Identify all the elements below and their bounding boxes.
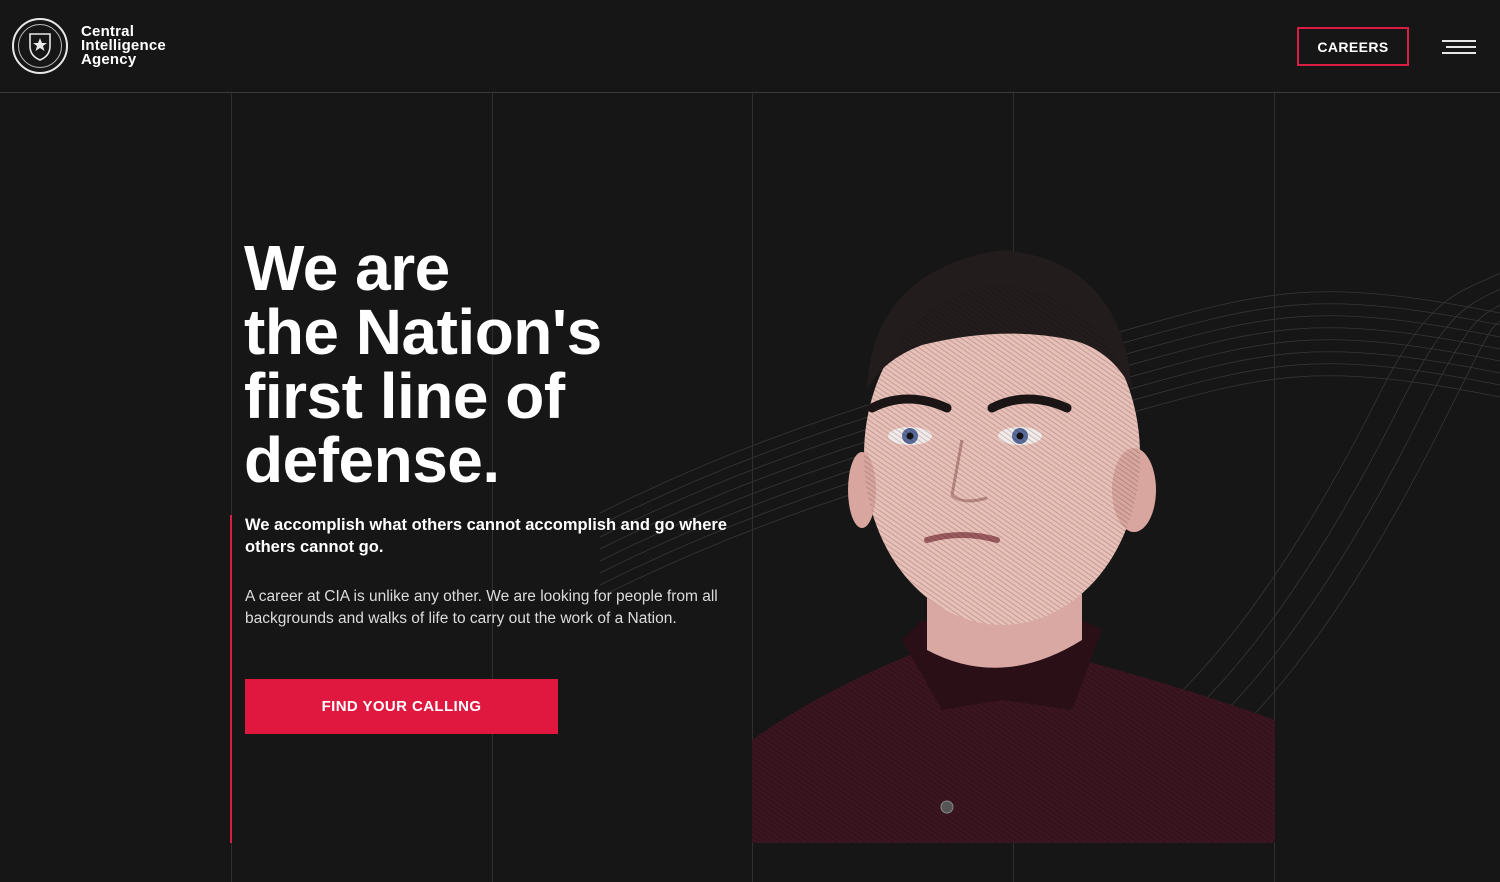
- brand-line-3: Agency: [81, 51, 137, 68]
- hamburger-menu-icon[interactable]: [1440, 38, 1476, 56]
- hero-subhead: We accomplish what others cannot accompl…: [245, 516, 727, 556]
- hero-body-text: A career at CIA is unlike any other. We …: [245, 588, 718, 627]
- hero-portrait-image: [752, 250, 1275, 843]
- cia-seal-icon: [12, 18, 68, 74]
- site-header: Central Intelligence Agency CAREERS: [0, 0, 1500, 93]
- hero-headline: We are the Nation's first line of defens…: [244, 236, 764, 492]
- headline-line-4: defense.: [244, 424, 500, 496]
- headline-line-1: We are: [244, 232, 450, 304]
- home-logo-link[interactable]: Central Intelligence Agency: [12, 18, 166, 74]
- find-your-calling-button[interactable]: FIND YOUR CALLING: [245, 679, 558, 734]
- accent-bar: [230, 515, 232, 843]
- headline-line-3: first line of: [244, 360, 565, 432]
- careers-button[interactable]: CAREERS: [1297, 27, 1409, 66]
- headline-line-2: the Nation's: [244, 296, 602, 368]
- agency-name: Central Intelligence Agency: [81, 24, 166, 68]
